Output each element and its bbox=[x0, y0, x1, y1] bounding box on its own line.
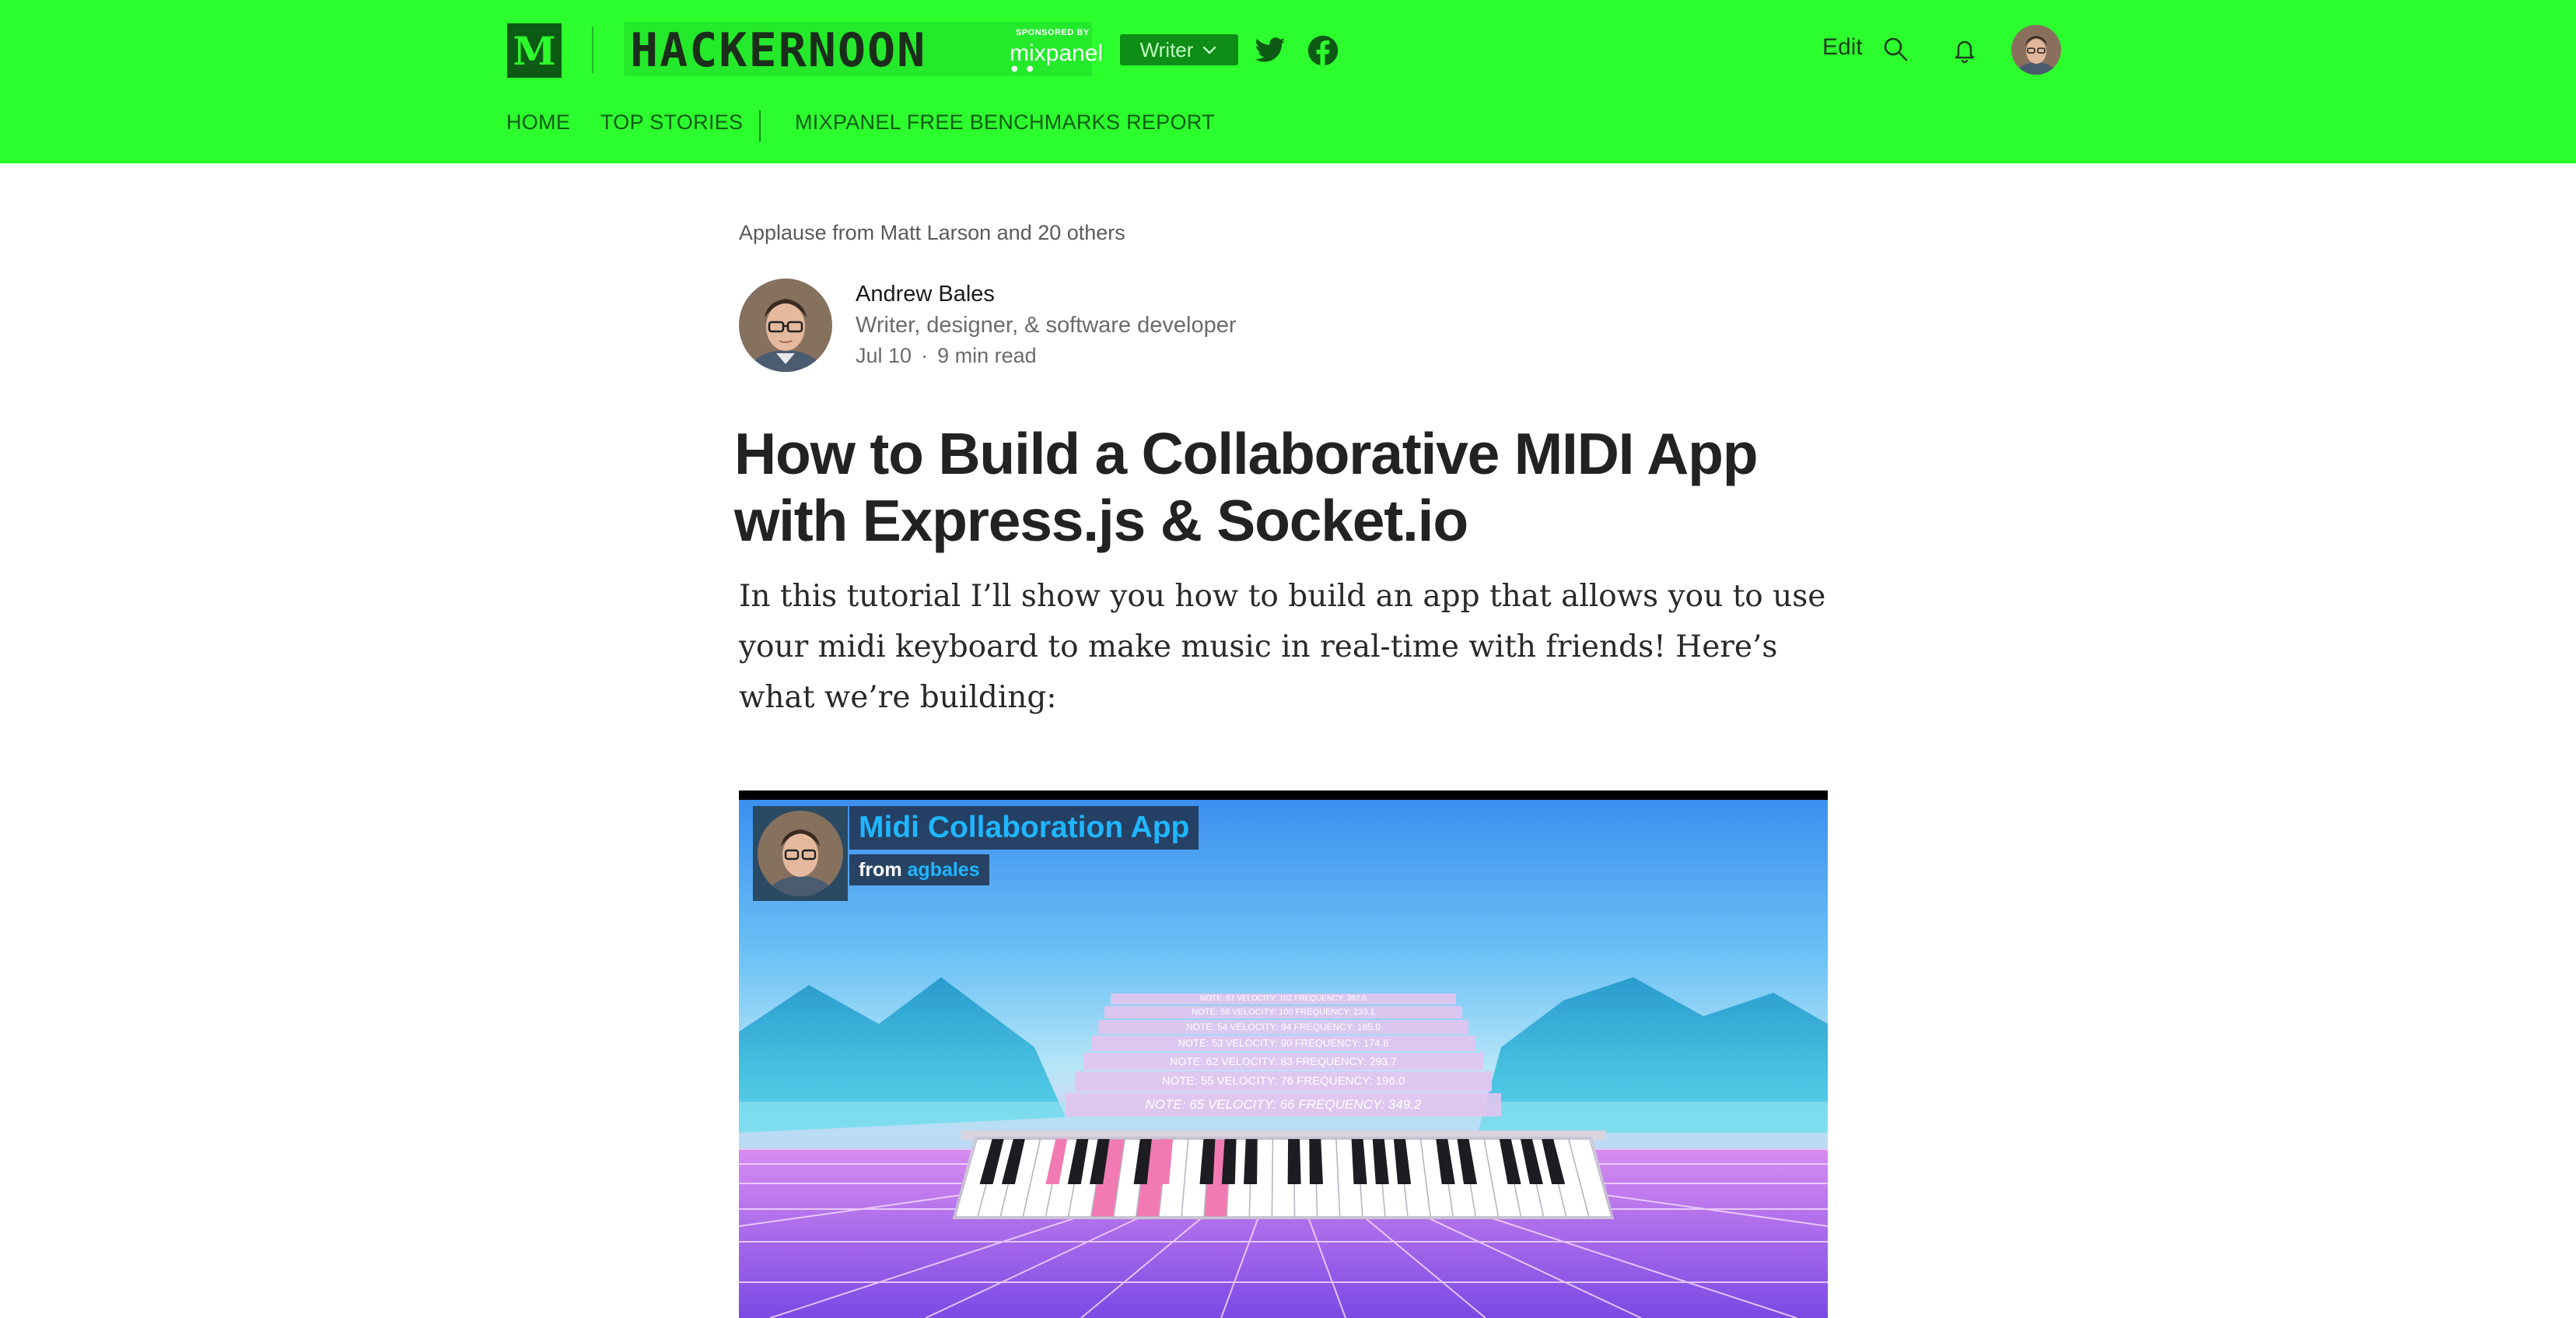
note-label: NOTE: 65 VELOCITY: 66 FREQUENCY: 349.2 bbox=[1145, 1097, 1422, 1112]
nav-divider bbox=[759, 110, 761, 142]
logo-divider bbox=[592, 26, 593, 73]
note-label: NOTE: 55 VELOCITY: 76 FREQUENCY: 196.0 bbox=[1161, 1074, 1405, 1088]
note-label: NOTE: 53 VELOCITY: 90 FREQUENCY: 174.6 bbox=[1178, 1037, 1389, 1049]
sponsor-name: mixpanel bbox=[1010, 40, 1104, 66]
note-label: NOTE: 54 VELOCITY: 94 FREQUENCY: 185.0 bbox=[1185, 1022, 1381, 1032]
article-intro: In this tutorial I’ll show you how to bu… bbox=[739, 579, 1826, 715]
applause-summary[interactable]: Applause from Matt Larson and 20 others bbox=[739, 221, 1125, 245]
video-byline-prefix: from bbox=[859, 859, 902, 881]
video-byline: from agbales bbox=[849, 854, 989, 885]
video-title[interactable]: Midi Collaboration App bbox=[849, 806, 1199, 850]
author-avatar[interactable] bbox=[739, 279, 832, 372]
sponsor-label: SPONSORED BY bbox=[1016, 28, 1090, 37]
author-avatar-portrait bbox=[739, 279, 832, 372]
post-meta: Jul 10 · 9 min read bbox=[856, 344, 1037, 368]
note-label: NOTE: 58 VELOCITY: 100 FREQUENCY: 233.1 bbox=[1192, 1008, 1375, 1017]
video-author-portrait bbox=[758, 811, 843, 896]
medium-logo[interactable]: M bbox=[507, 23, 562, 78]
note-label: NOTE: 67 VELOCITY: 102 FREQUENCY: 392.0 bbox=[1200, 994, 1367, 1003]
publication-header: M HACKERNOON SPONSORED BY mixpanel ● ● W… bbox=[0, 0, 2576, 163]
video-byline-user[interactable]: agbales bbox=[908, 859, 980, 881]
author-bio: Writer, designer, & software developer bbox=[856, 313, 1237, 338]
writer-role-label: Writer bbox=[1139, 37, 1194, 61]
sponsor-logo-dots: ● ● bbox=[1011, 65, 1037, 73]
meta-separator: · bbox=[921, 344, 929, 367]
user-avatar[interactable] bbox=[2011, 25, 2061, 75]
user-avatar-portrait bbox=[2011, 25, 2061, 75]
black-key bbox=[1309, 1139, 1323, 1184]
chevron-down-icon bbox=[1203, 46, 1216, 54]
search-icon[interactable] bbox=[1881, 34, 1912, 65]
author-name[interactable]: Andrew Bales bbox=[856, 282, 995, 307]
embedded-video[interactable]: NOTE: 67 VELOCITY: 102 FREQUENCY: 392.0 N… bbox=[739, 790, 1828, 1318]
nav-item-home[interactable]: HOME bbox=[506, 110, 570, 135]
read-time: 9 min read bbox=[937, 344, 1037, 367]
facebook-icon[interactable] bbox=[1307, 34, 1339, 67]
publication-logo[interactable]: HACKERNOON SPONSORED BY mixpanel ● ● bbox=[624, 22, 1103, 78]
nav-item-benchmarks-report[interactable]: MIXPANEL FREE BENCHMARKS REPORT bbox=[795, 110, 1215, 135]
black-key bbox=[1287, 1139, 1301, 1184]
video-author-thumbnail[interactable] bbox=[753, 806, 848, 901]
twitter-icon[interactable] bbox=[1254, 34, 1286, 67]
edit-link[interactable]: Edit bbox=[1822, 34, 1863, 61]
bell-icon[interactable] bbox=[1949, 34, 1980, 65]
black-key bbox=[1244, 1139, 1258, 1184]
article-title: How to Build a Collaborative MIDI App wi… bbox=[734, 421, 1759, 553]
writer-role-button[interactable]: Writer bbox=[1120, 34, 1238, 65]
post-date[interactable]: Jul 10 bbox=[856, 344, 912, 367]
publication-name: HACKERNOON bbox=[630, 23, 927, 78]
nav-item-top-stories[interactable]: TOP STORIES bbox=[600, 110, 743, 135]
medium-logo-letter: M bbox=[513, 27, 556, 74]
note-label: NOTE: 62 VELOCITY: 83 FREQUENCY: 293.7 bbox=[1170, 1055, 1397, 1067]
